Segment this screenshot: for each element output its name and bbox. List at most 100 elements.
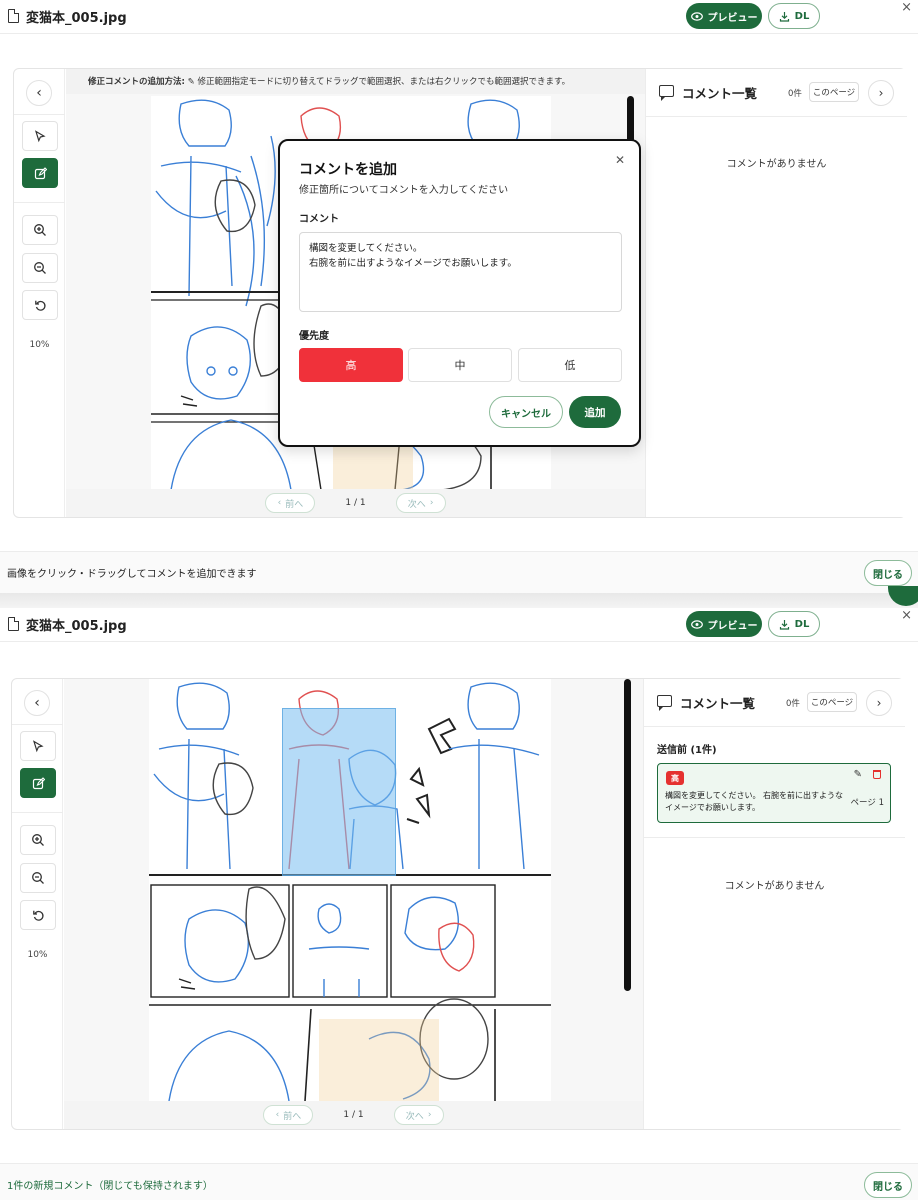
collapse-button[interactable]: ‹ — [24, 690, 50, 716]
download-icon — [779, 11, 789, 22]
page-indicator: 1 / 1 — [343, 1110, 364, 1120]
prev-page-button[interactable]: ‹ 前へ — [263, 1105, 314, 1125]
empty-comments: コメントがありません — [726, 159, 827, 170]
priority-high-button[interactable]: 高 — [299, 348, 403, 382]
footer-bar: 1件の新規コメント（閉じても保持されます） 閉じる — [0, 1163, 918, 1200]
close-icon[interactable]: ✕ — [615, 153, 625, 167]
chevron-right-icon[interactable]: › — [866, 690, 892, 716]
top-screen: 変猫本_005.jpg プレビュー DL × ‹ 10% 修正コメントの追加方法… — [0, 0, 918, 593]
screen-divider — [0, 593, 918, 608]
comment-panel-header: コメント一覧 0件 このページ › — [644, 679, 905, 727]
reset-view-button[interactable] — [22, 290, 58, 320]
tool-rail: ‹ 10% — [14, 69, 65, 517]
reset-view-button[interactable] — [20, 900, 56, 930]
select-tool-button[interactable] — [20, 731, 56, 761]
page-filter-button[interactable]: このページ — [809, 82, 859, 102]
next-page-label: 次へ — [407, 499, 426, 510]
chevron-right-icon: › — [429, 498, 434, 508]
file-name: 変猫本_005.jpg — [26, 11, 127, 26]
manga-page-image[interactable] — [149, 679, 551, 1101]
divider — [14, 114, 65, 115]
divider — [14, 202, 65, 203]
footer-message: 画像をクリック・ドラッグしてコメントを追加できます — [7, 569, 257, 580]
close-button[interactable]: 閉じる — [864, 560, 912, 586]
pending-comment-card[interactable]: 高 ✎ 構図を変更してください。 右腕を前に出すようなイメージでお願いします。 … — [657, 763, 891, 823]
divider — [12, 724, 63, 725]
comment-textarea[interactable] — [299, 232, 622, 312]
close-icon[interactable]: × — [901, 608, 912, 623]
file-name: 変猫本_005.jpg — [26, 619, 127, 634]
comment-page: ページ 1 — [850, 798, 884, 808]
eye-icon — [690, 619, 703, 629]
annotate-tool-button[interactable] — [20, 768, 56, 798]
comment-panel: コメント一覧 0件 このページ › 送信前 (1件) 高 ✎ 構図を変更してくだ… — [643, 679, 905, 1129]
preview-button[interactable]: プレビュー — [686, 3, 762, 29]
comment-icon — [657, 695, 672, 711]
add-comment-dialog: コメントを追加 修正箇所についてコメントを入力してください ✕ コメント 優先度… — [278, 139, 641, 447]
footer-bar: 画像をクリック・ドラッグしてコメントを追加できます 閉じる — [0, 551, 918, 593]
next-page-label: 次へ — [405, 1111, 424, 1122]
page-filter-button[interactable]: このページ — [807, 692, 857, 712]
preview-button[interactable]: プレビュー — [686, 611, 762, 637]
selection-region[interactable] — [282, 708, 396, 876]
collapse-button[interactable]: ‹ — [26, 80, 52, 106]
hint-bold: 修正コメントの追加方法: — [88, 77, 185, 87]
preview-label: プレビュー — [707, 620, 758, 632]
annotate-tool-button[interactable] — [22, 158, 58, 188]
hint-bar: 修正コメントの追加方法: ✎ 修正範囲指定モードに切り替えてドラッグで範囲選択、… — [66, 69, 645, 94]
comment-label: コメント — [299, 214, 339, 225]
zoom-in-icon — [32, 834, 44, 846]
header-bar: 変猫本_005.jpg プレビュー DL × — [0, 608, 918, 642]
cursor-icon — [32, 739, 44, 752]
chevron-left-icon: ‹ — [275, 1110, 280, 1120]
dialog-subtitle: 修正箇所についてコメントを入力してください — [299, 185, 509, 196]
download-button[interactable]: DL — [768, 611, 820, 637]
comment-panel-title: コメント一覧 — [680, 696, 756, 711]
zoom-out-icon — [32, 872, 44, 884]
download-label: DL — [794, 618, 810, 630]
comment-text: 構図を変更してください。 右腕を前に出すようなイメージでお願いします。 — [665, 791, 844, 812]
chevron-right-icon[interactable]: › — [868, 80, 894, 106]
pagination: ‹ 前へ 1 / 1 次へ › — [66, 489, 645, 517]
zoom-in-button[interactable] — [20, 825, 56, 855]
pencil-icon[interactable]: ✎ — [854, 769, 862, 780]
close-icon[interactable]: × — [901, 0, 912, 15]
next-page-button[interactable]: 次へ › — [395, 493, 446, 513]
zoom-in-icon — [34, 224, 46, 236]
canvas-scrollbar[interactable] — [624, 679, 631, 991]
image-canvas[interactable]: ‹ 前へ 1 / 1 次へ › — [64, 679, 643, 1129]
preview-label: プレビュー — [707, 12, 758, 24]
cancel-button[interactable]: キャンセル — [489, 396, 563, 428]
edit-icon — [34, 166, 47, 179]
zoom-in-button[interactable] — [22, 215, 58, 245]
select-tool-button[interactable] — [22, 121, 58, 151]
edit-icon: ✎ — [187, 77, 195, 87]
chevron-right-icon: › — [427, 1110, 432, 1120]
pending-section-title: 送信前 (1件) — [657, 745, 717, 756]
priority-low-button[interactable]: 低 — [518, 348, 622, 382]
download-button[interactable]: DL — [768, 3, 820, 29]
rotate-ccw-icon — [32, 910, 44, 921]
trash-icon[interactable] — [873, 770, 881, 779]
close-button[interactable]: 閉じる — [864, 1172, 912, 1198]
comment-count: 0件 — [788, 89, 802, 99]
chevron-left-icon: ‹ — [34, 695, 40, 711]
comment-panel: コメント一覧 0件 このページ › コメントがありません — [645, 69, 907, 517]
zoom-out-button[interactable] — [22, 253, 58, 283]
dialog-title: コメントを追加 — [299, 162, 397, 178]
file-icon — [8, 9, 19, 23]
next-page-button[interactable]: 次へ › — [393, 1105, 444, 1125]
divider — [12, 812, 63, 813]
eye-icon — [690, 11, 703, 21]
prev-page-button[interactable]: ‹ 前へ — [265, 493, 316, 513]
review-workspace: ‹ 10% ‹ 前へ 1 / 1 次へ › コメント一覧 0件 このページ › … — [11, 678, 905, 1130]
empty-comments: コメントがありません — [724, 881, 825, 892]
comment-count: 0件 — [786, 699, 800, 709]
download-label: DL — [794, 10, 810, 22]
priority-mid-button[interactable]: 中 — [408, 348, 512, 382]
footer-message: 1件の新規コメント（閉じても保持されます） — [7, 1181, 213, 1192]
comment-panel-header: コメント一覧 0件 このページ › — [646, 69, 907, 117]
zoom-out-button[interactable] — [20, 863, 56, 893]
download-icon — [779, 619, 789, 630]
add-button[interactable]: 追加 — [569, 396, 621, 428]
